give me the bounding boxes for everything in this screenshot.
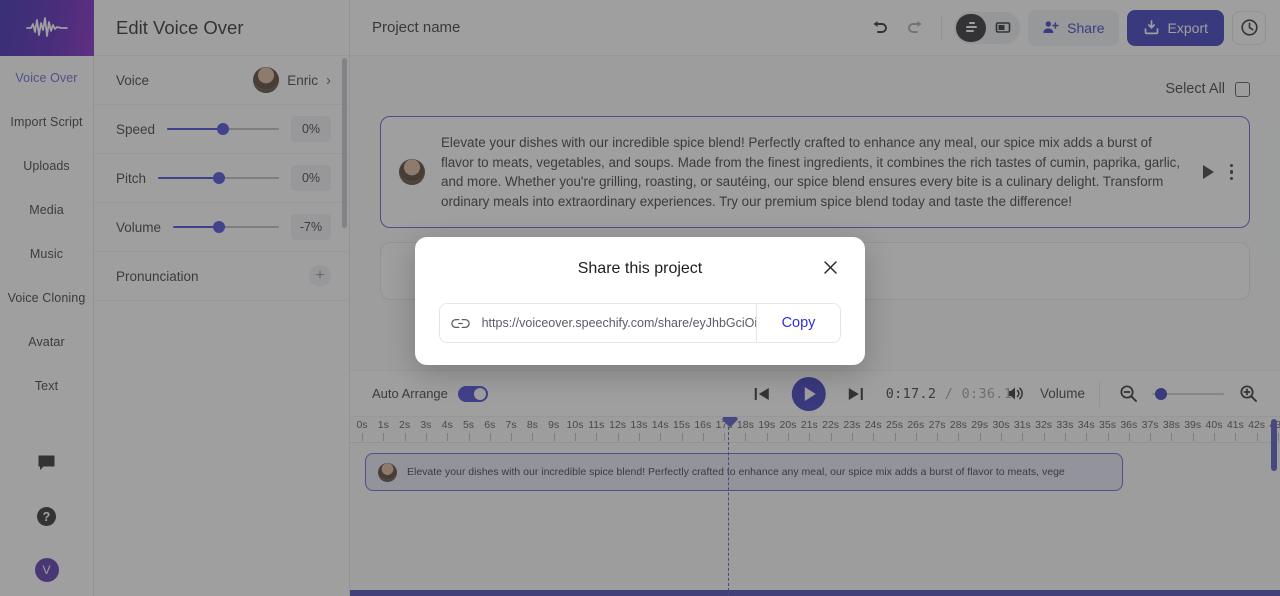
copy-button[interactable]: Copy <box>756 304 840 342</box>
close-icon <box>823 260 837 274</box>
modal-title: Share this project <box>577 260 703 277</box>
link-icon <box>451 318 471 328</box>
link-icon-wrap <box>440 314 482 333</box>
share-link-row: https://voiceover.speechify.com/share/ey… <box>439 303 841 343</box>
voice-over-editor-app: Voice Over Import Script Uploads Media M… <box>0 0 1280 596</box>
close-button[interactable] <box>819 256 841 278</box>
share-url-field[interactable]: https://voiceover.speechify.com/share/ey… <box>482 316 756 330</box>
modal-header: Share this project <box>439 255 841 283</box>
share-project-modal: Share this project https://voiceover.spe… <box>415 237 865 365</box>
